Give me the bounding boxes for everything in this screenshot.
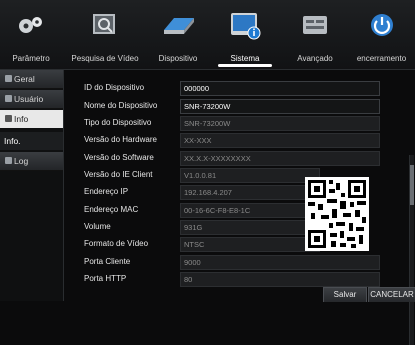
tab-label: Avançado xyxy=(297,54,333,63)
info-icon xyxy=(5,115,12,122)
field-label: Endereço IP xyxy=(84,187,129,196)
active-tab-indicator xyxy=(218,64,272,67)
sidebar-item-usuario[interactable]: Usuário xyxy=(0,90,64,109)
field-label: Versão do Hardware xyxy=(84,135,157,144)
sidebar-item-label: Log xyxy=(14,156,29,166)
sidebar-subitem-info[interactable]: Info. xyxy=(0,132,64,150)
mac-address-value: 00-16-6C-F8-E8-1C xyxy=(180,203,320,218)
power-icon xyxy=(370,14,393,36)
field-label: Tipo do Dispositivo xyxy=(84,118,152,127)
gear-icon xyxy=(5,75,12,82)
tab-encerramento[interactable]: encerramento xyxy=(348,0,415,68)
tab-pesquisa-video[interactable]: Pesquisa de Vídeo xyxy=(62,0,148,68)
field-label: Porta HTTP xyxy=(84,274,127,283)
sidebar-item-info[interactable]: Info xyxy=(0,110,64,128)
system-info-icon xyxy=(231,13,261,40)
field-label: Nome do Dispositivo xyxy=(84,101,158,110)
tab-label: Pesquisa de Vídeo xyxy=(71,54,139,63)
volume-value: 931G xyxy=(180,220,320,235)
tab-label: Sistema xyxy=(230,54,260,63)
sidebar-item-label: Geral xyxy=(14,74,35,84)
ie-client-version-value: V1.0.0.81 xyxy=(180,168,320,183)
cancel-button[interactable]: CANCELAR xyxy=(368,287,415,302)
sidebar-item-log[interactable]: Log xyxy=(0,152,64,171)
gears-icon xyxy=(19,17,42,33)
info-panel: ID do Dispositivo 000000 Nome do Disposi… xyxy=(64,70,415,345)
video-format-value: NTSC xyxy=(180,237,320,252)
software-version-value: XX.X.X-XXXXXXXX xyxy=(180,151,380,166)
field-label: Versão do IE Client xyxy=(84,170,153,179)
tab-label: encerramento xyxy=(356,54,407,63)
user-icon xyxy=(5,95,12,102)
ip-address-value: 192.168.4.207 xyxy=(180,185,320,200)
sidebar-item-label: Usuário xyxy=(14,94,44,104)
device-id-input[interactable]: 000000 xyxy=(180,81,380,96)
tab-parametro[interactable]: Parâmetro xyxy=(0,0,62,68)
save-button[interactable]: Salvar xyxy=(323,287,367,302)
tab-label: Dispositivo xyxy=(158,54,198,63)
tab-dispositivo[interactable]: Dispositivo xyxy=(148,0,208,68)
sidebar-item-label: Info. xyxy=(4,136,21,146)
field-label: Versão do Software xyxy=(84,153,154,162)
device-type-value: SNR-73200W xyxy=(180,116,380,131)
field-label: Formato de Vídeo xyxy=(84,239,149,248)
qr-code-image xyxy=(305,177,369,251)
vertical-scrollbar[interactable] xyxy=(409,155,414,345)
http-port-value: 80 xyxy=(180,272,380,287)
log-icon xyxy=(5,157,12,164)
field-label: ID do Dispositivo xyxy=(84,83,145,92)
device-name-input[interactable]: SNR-73200W xyxy=(180,99,380,114)
client-port-value: 9000 xyxy=(180,255,380,270)
tab-label: Parâmetro xyxy=(12,54,50,63)
sidebar-item-geral[interactable]: Geral xyxy=(0,70,64,89)
sidebar-item-label: Info xyxy=(14,114,29,124)
field-label: Volume xyxy=(84,222,111,231)
advanced-icon xyxy=(303,16,327,34)
scrollbar-thumb[interactable] xyxy=(410,165,414,205)
film-search-icon xyxy=(93,14,115,34)
harddisk-icon xyxy=(164,18,194,34)
main-menu-bar: Parâmetro Pesquisa de Vídeo Dispositivo … xyxy=(0,0,415,70)
hardware-version-value: XX-XXX xyxy=(180,133,380,148)
tab-sistema[interactable]: Sistema xyxy=(208,0,282,68)
field-label: Endereço MAC xyxy=(84,205,139,214)
tab-avancado[interactable]: Avançado xyxy=(282,0,348,68)
field-label: Porta Cliente xyxy=(84,257,131,266)
sidebar: Geral Usuário Info Info. Log xyxy=(0,70,64,301)
qr-code xyxy=(305,177,369,251)
